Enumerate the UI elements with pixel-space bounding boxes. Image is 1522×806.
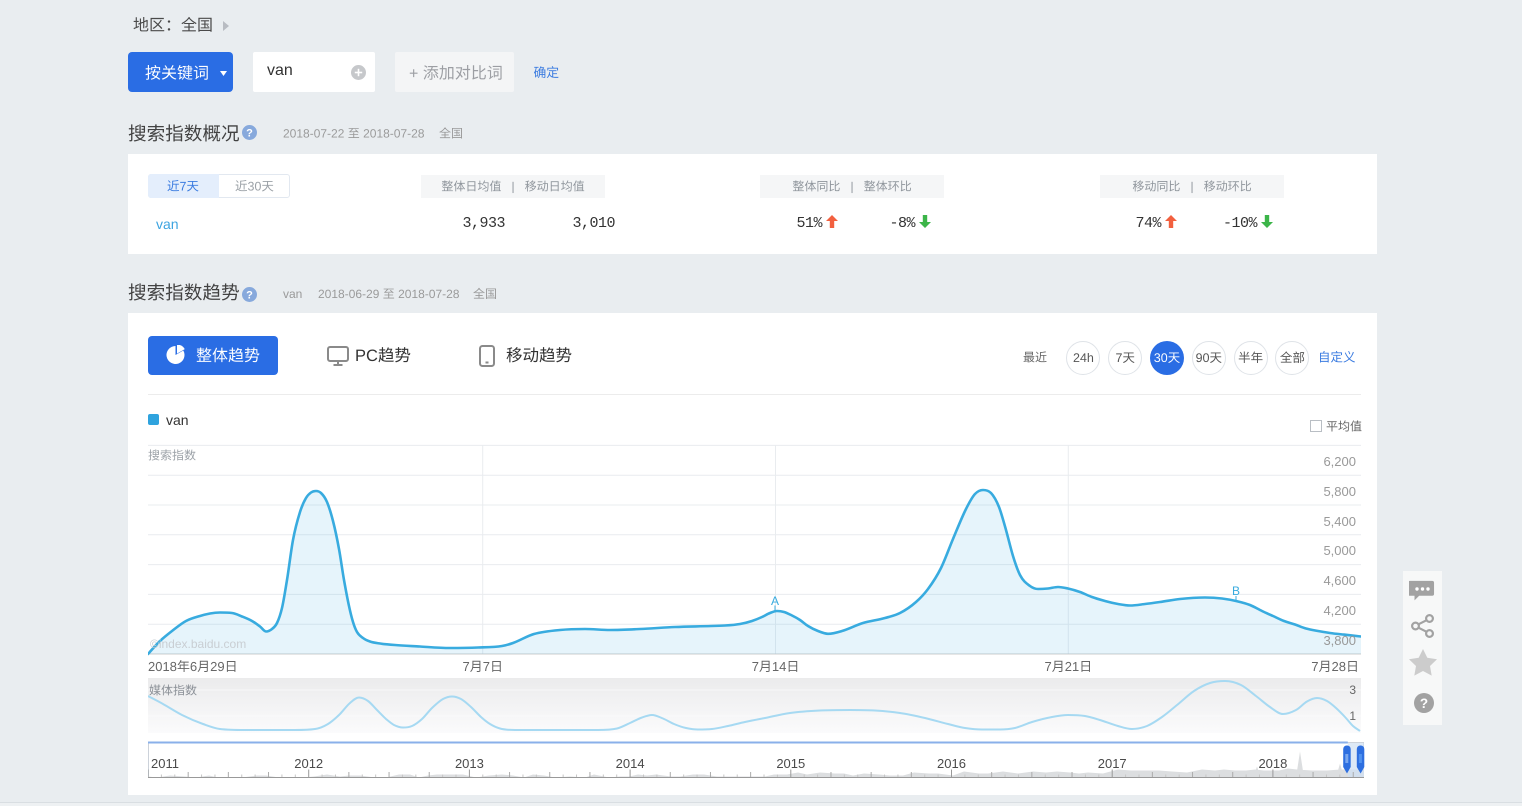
svg-text:2018: 2018: [1258, 756, 1287, 771]
svg-text:2017: 2017: [1098, 756, 1127, 771]
svg-text:2014: 2014: [616, 756, 645, 771]
svg-text:B: B: [1232, 584, 1240, 598]
svg-text:2012: 2012: [294, 756, 323, 771]
svg-text:?: ?: [246, 127, 253, 139]
svg-text:?: ?: [246, 289, 253, 301]
svg-text:2011: 2011: [151, 756, 179, 771]
svg-text:2015: 2015: [776, 756, 805, 771]
svg-text:2016: 2016: [937, 756, 966, 771]
svg-text:?: ?: [1420, 696, 1428, 711]
svg-text:2013: 2013: [455, 756, 484, 771]
